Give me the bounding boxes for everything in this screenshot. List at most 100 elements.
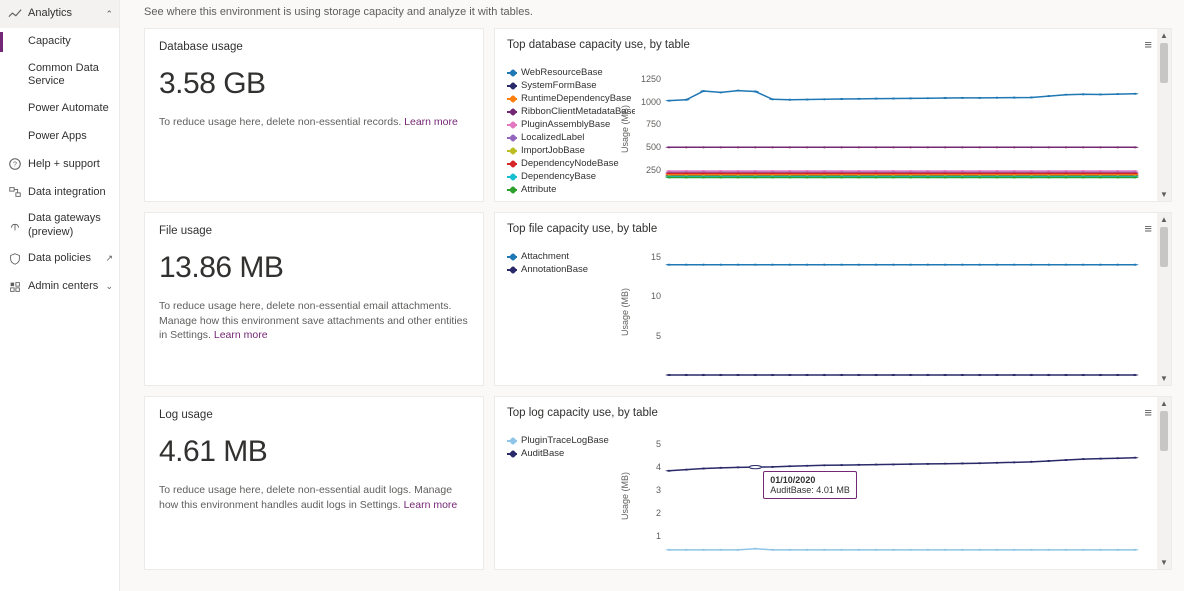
chart-menu-icon[interactable]: ≡ <box>1144 409 1151 417</box>
chart-scrollbar[interactable]: ▲▼ <box>1157 213 1171 385</box>
learn-more-link[interactable]: Learn more <box>404 116 458 128</box>
card-title: Database usage <box>159 41 469 53</box>
log-usage-value: 4.61 MB <box>159 435 469 469</box>
legend-label: WebResourceBase <box>521 67 603 78</box>
chart-title: Top log capacity use, by table <box>507 407 1159 419</box>
nav-power-apps[interactable]: Power Apps <box>0 122 119 150</box>
legend-marker <box>507 267 517 273</box>
card-title: File usage <box>159 225 469 237</box>
chart-tooltip: 01/10/2020AuditBase: 4.01 MB <box>763 471 857 499</box>
legend-item[interactable]: Attachment <box>507 251 635 262</box>
legend-label: LocalizedLabel <box>521 132 584 143</box>
legend-item[interactable]: AuditBase <box>507 448 635 459</box>
legend-marker <box>507 161 517 167</box>
y-axis-label: Usage (MB) <box>620 288 630 336</box>
scroll-handle[interactable] <box>1160 43 1168 83</box>
integration-icon <box>8 185 22 199</box>
chart-menu-icon[interactable]: ≡ <box>1144 41 1151 49</box>
y-tick: 1000 <box>641 97 661 107</box>
legend-label: RuntimeDependencyBase <box>521 93 631 104</box>
shield-icon <box>8 252 22 266</box>
legend-item[interactable]: WebResourceBase <box>507 67 635 78</box>
nav-capacity[interactable]: Capacity <box>0 28 119 56</box>
help-icon: ? <box>8 157 22 171</box>
chart-scrollbar[interactable]: ▲▼ <box>1157 397 1171 569</box>
legend-marker <box>507 254 517 260</box>
y-tick: 4 <box>656 462 661 472</box>
legend-item[interactable]: PluginTraceLogBase <box>507 435 635 446</box>
main-content: See where this environment is using stor… <box>120 0 1184 591</box>
scroll-up-icon[interactable]: ▲ <box>1160 31 1168 40</box>
learn-more-link[interactable]: Learn more <box>404 499 458 511</box>
chart-database: Top database capacity use, by table ≡ We… <box>494 28 1172 202</box>
plot-area[interactable]: 01/10/2020AuditBase: 4.01 MB <box>669 433 1135 559</box>
nav-data-integration[interactable]: Data integration <box>0 178 119 206</box>
scroll-up-icon[interactable]: ▲ <box>1160 399 1168 408</box>
legend-item[interactable]: DependencyBase <box>507 171 635 182</box>
nav-analytics[interactable]: Analytics ⌃ <box>0 0 119 28</box>
legend-marker <box>507 135 517 141</box>
external-icon: ↗ <box>105 253 113 264</box>
sidebar: Analytics ⌃ Capacity Common Data Service… <box>0 0 120 591</box>
y-ticks: 51015 <box>635 249 665 375</box>
y-tick: 5 <box>656 331 661 341</box>
y-tick: 15 <box>651 252 661 262</box>
chart-file: Top file capacity use, by table ≡ Attach… <box>494 212 1172 386</box>
legend-label: PluginTraceLogBase <box>521 435 609 446</box>
scroll-handle[interactable] <box>1160 227 1168 267</box>
y-tick: 250 <box>646 165 661 175</box>
nav-data-policies[interactable]: Data policies ↗ <box>0 245 119 273</box>
row-database: Database usage 3.58 GB To reduce usage h… <box>144 28 1172 202</box>
legend-item[interactable]: Attribute <box>507 184 635 195</box>
nav-admin-centers[interactable]: Admin centers ⌄ <box>0 273 119 301</box>
plot-area[interactable] <box>669 249 1135 375</box>
legend-marker <box>507 438 517 444</box>
legend-marker <box>507 451 517 457</box>
chart-menu-icon[interactable]: ≡ <box>1144 225 1151 233</box>
scroll-handle[interactable] <box>1160 411 1168 451</box>
chart-legend: PluginTraceLogBase AuditBase <box>507 429 635 563</box>
card-title: Log usage <box>159 409 469 421</box>
y-tick: 750 <box>646 119 661 129</box>
legend-item[interactable]: LocalizedLabel <box>507 132 635 143</box>
y-tick: 500 <box>646 142 661 152</box>
y-tick: 1250 <box>641 74 661 84</box>
nav-common-data[interactable]: Common Data Service <box>0 56 119 94</box>
legend-label: PluginAssemblyBase <box>521 119 610 130</box>
file-hint: To reduce usage here, delete non-essenti… <box>159 299 469 343</box>
y-ticks: 12345 <box>635 433 665 559</box>
scroll-down-icon[interactable]: ▼ <box>1160 558 1168 567</box>
plot-area[interactable] <box>669 65 1135 193</box>
legend-item[interactable]: RibbonClientMetadataBase <box>507 106 635 117</box>
legend-item[interactable]: AnnotationBase <box>507 264 635 275</box>
learn-more-link[interactable]: Learn more <box>214 329 268 341</box>
legend-item[interactable]: SystemFormBase <box>507 80 635 91</box>
legend-label: AuditBase <box>521 448 564 459</box>
chevron-down-icon: ⌄ <box>105 281 113 292</box>
legend-label: SystemFormBase <box>521 80 597 91</box>
legend-item[interactable]: ImportJobBase <box>507 145 635 156</box>
card-database-usage: Database usage 3.58 GB To reduce usage h… <box>144 28 484 202</box>
nav-data-gateways[interactable]: Data gateways (preview) <box>0 206 119 244</box>
legend-item[interactable]: PluginAssemblyBase <box>507 119 635 130</box>
y-tick: 2 <box>656 508 661 518</box>
legend-marker <box>507 187 517 193</box>
y-ticks: 250 500 750 1000 1250 <box>635 65 665 193</box>
legend-marker <box>507 148 517 154</box>
y-axis-label: Usage (MB) <box>620 472 630 520</box>
scroll-down-icon[interactable]: ▼ <box>1160 190 1168 199</box>
y-tick: 1 <box>656 531 661 541</box>
analytics-icon <box>8 7 22 21</box>
chevron-up-icon: ⌃ <box>105 9 113 20</box>
chart-scrollbar[interactable]: ▲▼ <box>1157 29 1171 201</box>
card-log-usage: Log usage 4.61 MB To reduce usage here, … <box>144 396 484 570</box>
scroll-down-icon[interactable]: ▼ <box>1160 374 1168 383</box>
nav-power-automate[interactable]: Power Automate <box>0 94 119 122</box>
legend-item[interactable]: RuntimeDependencyBase <box>507 93 635 104</box>
nav-help[interactable]: ? Help + support <box>0 150 119 178</box>
legend-item[interactable]: DependencyNodeBase <box>507 158 635 169</box>
chart-legend: WebResourceBase SystemFormBase RuntimeDepe… <box>507 61 635 197</box>
log-hint: To reduce usage here, delete non-essenti… <box>159 483 469 512</box>
scroll-up-icon[interactable]: ▲ <box>1160 215 1168 224</box>
chart-legend: Attachment AnnotationBase <box>507 245 635 379</box>
